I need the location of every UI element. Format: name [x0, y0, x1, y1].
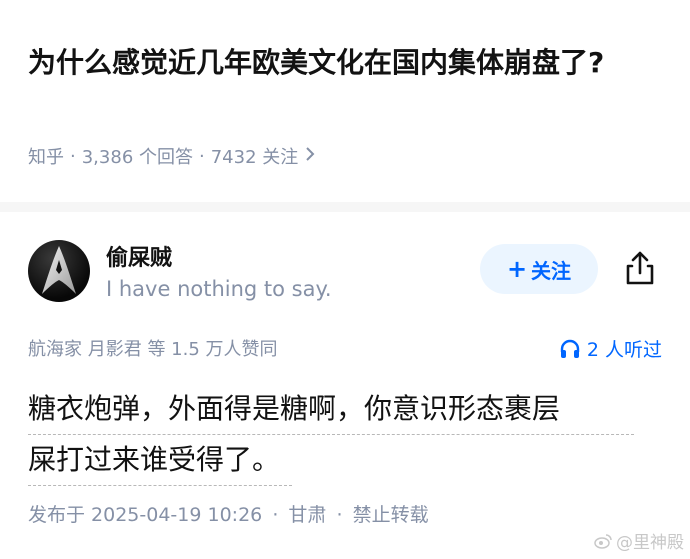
question-meta[interactable]: 知乎 · 3,386 个回答 · 7432 关注 [28, 143, 316, 169]
answer-content[interactable]: 糖衣炮弹，外面得是糖啊，你意识形态裹层 屎打过来谁受得了。 [28, 384, 668, 486]
section-divider [0, 202, 690, 212]
listen-count[interactable]: 2 人听过 [559, 335, 662, 362]
plus-icon: + [506, 255, 528, 283]
copyright-notice: 禁止转载 [352, 504, 429, 526]
weibo-watermark: @里神殿 [594, 528, 684, 553]
share-button[interactable] [620, 248, 660, 288]
listen-label: 2 人听过 [586, 339, 662, 361]
publish-region: 甘肃 [288, 504, 327, 526]
watermark-text: @里神殿 [616, 533, 684, 553]
publish-time: 发布于 2025-04-19 10:26 [28, 504, 263, 526]
answer-line-2: 屎打过来谁受得了。 [28, 435, 292, 486]
question-title[interactable]: 为什么感觉近几年欧美文化在国内集体崩盘了? [28, 40, 658, 85]
chevron-right-icon [304, 146, 316, 167]
meta-separator: · [336, 504, 343, 526]
meta-separator: · [199, 145, 205, 167]
author-name[interactable]: 偷屎贼 [106, 240, 172, 272]
weibo-icon [594, 533, 612, 549]
follow-label: 关注 [531, 258, 572, 283]
meta-separator: · [272, 504, 279, 526]
author-avatar[interactable] [28, 240, 90, 302]
publish-info: 发布于 2025-04-19 10:26 · 甘肃 · 禁止转载 [28, 500, 429, 527]
headphones-icon [560, 339, 580, 358]
starfleet-insignia-icon [42, 246, 76, 294]
question-header: 为什么感觉近几年欧美文化在国内集体崩盘了? [28, 40, 658, 85]
follower-count: 7432 关注 [210, 147, 299, 168]
meta-separator: · [70, 145, 76, 167]
follow-button[interactable]: + 关注 [480, 244, 598, 294]
site-name: 知乎 [28, 147, 64, 168]
share-icon [626, 251, 654, 285]
author-bio: I have nothing to say. [106, 277, 332, 301]
upvote-summary[interactable]: 航海家 月影君 等 1.5 万人赞同 [28, 335, 278, 361]
answer-line-1: 糖衣炮弹，外面得是糖啊，你意识形态裹层 [28, 384, 634, 435]
answer-count: 3,386 个回答 [81, 147, 193, 168]
